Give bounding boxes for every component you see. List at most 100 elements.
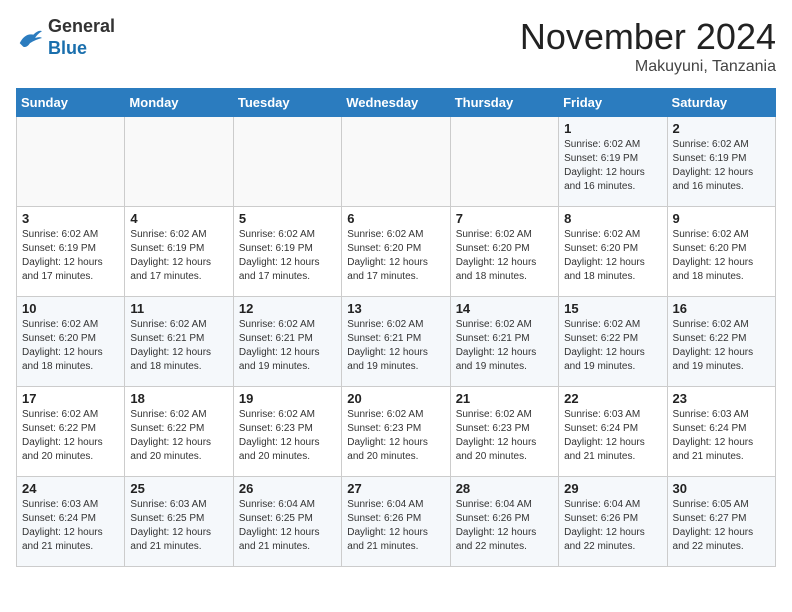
weekday-header-tuesday: Tuesday	[233, 89, 341, 117]
day-info: Sunrise: 6:02 AM Sunset: 6:20 PM Dayligh…	[347, 228, 444, 284]
day-number: 5	[239, 211, 336, 226]
calendar-cell: 10Sunrise: 6:02 AM Sunset: 6:20 PM Dayli…	[17, 297, 125, 387]
day-info: Sunrise: 6:03 AM Sunset: 6:25 PM Dayligh…	[130, 498, 227, 554]
day-info: Sunrise: 6:02 AM Sunset: 6:19 PM Dayligh…	[673, 138, 770, 194]
day-number: 2	[673, 121, 770, 136]
day-info: Sunrise: 6:02 AM Sunset: 6:21 PM Dayligh…	[130, 318, 227, 374]
calendar-cell: 30Sunrise: 6:05 AM Sunset: 6:27 PM Dayli…	[667, 477, 775, 567]
day-info: Sunrise: 6:05 AM Sunset: 6:27 PM Dayligh…	[673, 498, 770, 554]
day-info: Sunrise: 6:03 AM Sunset: 6:24 PM Dayligh…	[22, 498, 119, 554]
weekday-header-sunday: Sunday	[17, 89, 125, 117]
calendar-cell: 12 Sunrise: 6:02 AM Sunset: 6:21 PM Dayli…	[233, 297, 341, 387]
calendar-cell: 19 Sunrise: 6:02 AM Sunset: 6:23 PM Dayli…	[233, 387, 341, 477]
weekday-header-monday: Monday	[125, 89, 233, 117]
calendar-cell: 14 Sunrise: 6:02 AM Sunset: 6:21 PM Dayli…	[450, 297, 558, 387]
day-number: 19	[239, 391, 336, 406]
day-number: 10	[22, 301, 119, 316]
calendar-cell: 27 Sunrise: 6:04 AM Sunset: 6:26 PM Dayli…	[342, 477, 450, 567]
calendar-cell: 26 Sunrise: 6:04 AM Sunset: 6:25 PM Dayli…	[233, 477, 341, 567]
calendar-cell: 3 Sunrise: 6:02 AM Sunset: 6:19 PM Daylig…	[17, 207, 125, 297]
day-info: Sunrise: 6:02 AM Sunset: 6:22 PM Dayligh…	[673, 318, 770, 374]
day-info: Sunrise: 6:02 AM Sunset: 6:21 PM Dayligh…	[347, 318, 444, 374]
day-number: 15	[564, 301, 661, 316]
day-info: Sunrise: 6:04 AM Sunset: 6:25 PM Dayligh…	[239, 498, 336, 554]
day-number: 16	[673, 301, 770, 316]
day-info: Sunrise: 6:02 AM Sunset: 6:19 PM Dayligh…	[564, 138, 661, 194]
day-info: Sunrise: 6:02 AM Sunset: 6:21 PM Dayligh…	[456, 318, 553, 374]
calendar-cell: 17Sunrise: 6:02 AM Sunset: 6:22 PM Dayli…	[17, 387, 125, 477]
day-number: 11	[130, 301, 227, 316]
day-number: 20	[347, 391, 444, 406]
day-info: Sunrise: 6:04 AM Sunset: 6:26 PM Dayligh…	[564, 498, 661, 554]
day-number: 28	[456, 481, 553, 496]
day-number: 18	[130, 391, 227, 406]
day-info: Sunrise: 6:02 AM Sunset: 6:22 PM Dayligh…	[130, 408, 227, 464]
calendar-cell: 1 Sunrise: 6:02 AM Sunset: 6:19 PM Daylig…	[559, 117, 667, 207]
weekday-header-thursday: Thursday	[450, 89, 558, 117]
page-header: General Blue November 2024 Makuyuni, Tan…	[16, 16, 776, 76]
day-number: 14	[456, 301, 553, 316]
calendar-cell	[125, 117, 233, 207]
calendar-cell: 18 Sunrise: 6:02 AM Sunset: 6:22 PM Dayli…	[125, 387, 233, 477]
calendar-cell	[17, 117, 125, 207]
calendar-week-row: 17Sunrise: 6:02 AM Sunset: 6:22 PM Dayli…	[17, 387, 776, 477]
logo-bird-icon	[16, 26, 44, 50]
calendar-cell: 15 Sunrise: 6:02 AM Sunset: 6:22 PM Dayli…	[559, 297, 667, 387]
day-info: Sunrise: 6:02 AM Sunset: 6:21 PM Dayligh…	[239, 318, 336, 374]
day-info: Sunrise: 6:02 AM Sunset: 6:20 PM Dayligh…	[456, 228, 553, 284]
day-number: 4	[130, 211, 227, 226]
title-block: November 2024 Makuyuni, Tanzania	[520, 16, 776, 76]
day-number: 21	[456, 391, 553, 406]
day-number: 27	[347, 481, 444, 496]
day-number: 25	[130, 481, 227, 496]
calendar-cell: 7 Sunrise: 6:02 AM Sunset: 6:20 PM Daylig…	[450, 207, 558, 297]
day-number: 23	[673, 391, 770, 406]
day-number: 8	[564, 211, 661, 226]
calendar-cell: 9 Sunrise: 6:02 AM Sunset: 6:20 PM Daylig…	[667, 207, 775, 297]
day-info: Sunrise: 6:02 AM Sunset: 6:20 PM Dayligh…	[673, 228, 770, 284]
calendar-cell: 25 Sunrise: 6:03 AM Sunset: 6:25 PM Dayli…	[125, 477, 233, 567]
location-subtitle: Makuyuni, Tanzania	[520, 58, 776, 76]
day-number: 22	[564, 391, 661, 406]
day-info: Sunrise: 6:02 AM Sunset: 6:22 PM Dayligh…	[564, 318, 661, 374]
day-number: 29	[564, 481, 661, 496]
weekday-header-saturday: Saturday	[667, 89, 775, 117]
calendar-week-row: 10Sunrise: 6:02 AM Sunset: 6:20 PM Dayli…	[17, 297, 776, 387]
calendar-cell	[342, 117, 450, 207]
calendar-cell: 13Sunrise: 6:02 AM Sunset: 6:21 PM Dayli…	[342, 297, 450, 387]
calendar-cell: 11 Sunrise: 6:02 AM Sunset: 6:21 PM Dayli…	[125, 297, 233, 387]
calendar-cell	[450, 117, 558, 207]
calendar-cell	[233, 117, 341, 207]
logo-blue-text: Blue	[48, 38, 87, 58]
day-info: Sunrise: 6:04 AM Sunset: 6:26 PM Dayligh…	[347, 498, 444, 554]
day-info: Sunrise: 6:02 AM Sunset: 6:23 PM Dayligh…	[347, 408, 444, 464]
weekday-header-row: SundayMondayTuesdayWednesdayThursdayFrid…	[17, 89, 776, 117]
day-number: 7	[456, 211, 553, 226]
day-info: Sunrise: 6:02 AM Sunset: 6:22 PM Dayligh…	[22, 408, 119, 464]
calendar-cell: 28Sunrise: 6:04 AM Sunset: 6:26 PM Dayli…	[450, 477, 558, 567]
weekday-header-friday: Friday	[559, 89, 667, 117]
day-number: 24	[22, 481, 119, 496]
calendar-week-row: 3 Sunrise: 6:02 AM Sunset: 6:19 PM Daylig…	[17, 207, 776, 297]
day-info: Sunrise: 6:03 AM Sunset: 6:24 PM Dayligh…	[564, 408, 661, 464]
day-number: 26	[239, 481, 336, 496]
weekday-header-wednesday: Wednesday	[342, 89, 450, 117]
day-number: 1	[564, 121, 661, 136]
day-number: 3	[22, 211, 119, 226]
calendar-cell: 20 Sunrise: 6:02 AM Sunset: 6:23 PM Dayli…	[342, 387, 450, 477]
calendar-cell: 4Sunrise: 6:02 AM Sunset: 6:19 PM Daylig…	[125, 207, 233, 297]
day-info: Sunrise: 6:02 AM Sunset: 6:19 PM Dayligh…	[239, 228, 336, 284]
day-info: Sunrise: 6:02 AM Sunset: 6:23 PM Dayligh…	[239, 408, 336, 464]
logo: General Blue	[16, 16, 115, 59]
calendar-cell: 21 Sunrise: 6:02 AM Sunset: 6:23 PM Dayli…	[450, 387, 558, 477]
calendar-cell: 6Sunrise: 6:02 AM Sunset: 6:20 PM Daylig…	[342, 207, 450, 297]
calendar-cell: 2 Sunrise: 6:02 AM Sunset: 6:19 PM Daylig…	[667, 117, 775, 207]
calendar-cell: 5 Sunrise: 6:02 AM Sunset: 6:19 PM Daylig…	[233, 207, 341, 297]
day-info: Sunrise: 6:02 AM Sunset: 6:23 PM Dayligh…	[456, 408, 553, 464]
month-title: November 2024	[520, 16, 776, 58]
day-number: 12	[239, 301, 336, 316]
day-number: 9	[673, 211, 770, 226]
calendar-cell: 22 Sunrise: 6:03 AM Sunset: 6:24 PM Dayli…	[559, 387, 667, 477]
day-info: Sunrise: 6:02 AM Sunset: 6:19 PM Dayligh…	[22, 228, 119, 284]
calendar-cell: 8Sunrise: 6:02 AM Sunset: 6:20 PM Daylig…	[559, 207, 667, 297]
